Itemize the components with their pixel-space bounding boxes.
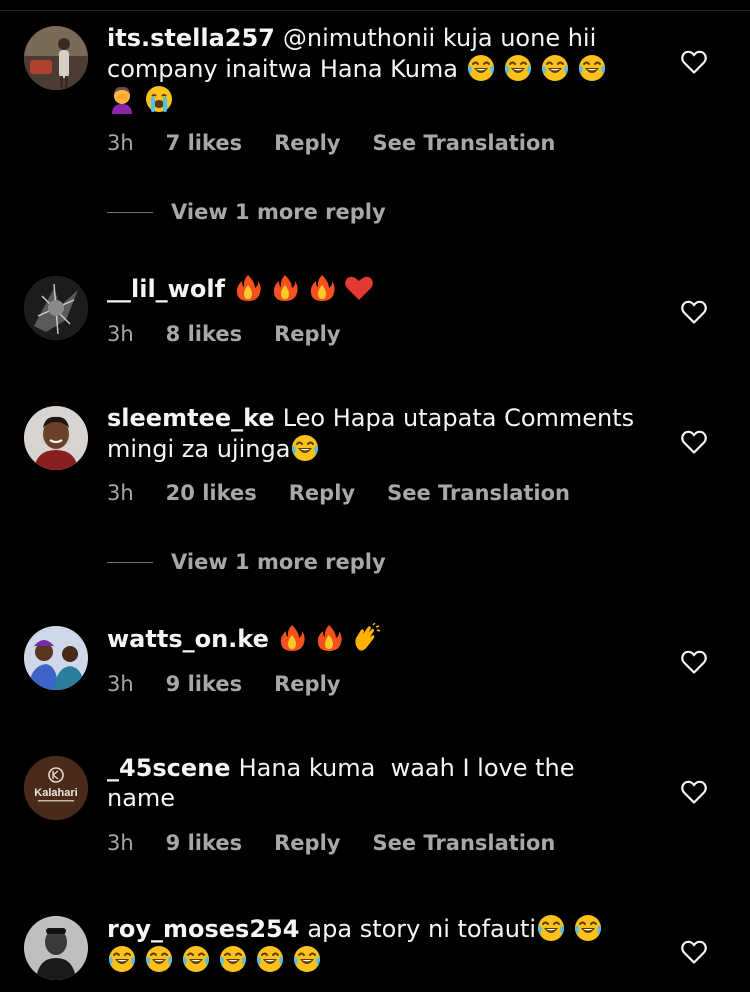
likes-count[interactable]: 9 likes [166,671,242,697]
laughing-tears-emoji [144,944,174,974]
laughing-tears-emoji [503,53,533,83]
laughing-tears-emoji [540,53,570,83]
replies-divider-line [107,211,153,213]
avatar[interactable] [24,276,88,340]
reply-button[interactable]: Reply [274,830,340,856]
username[interactable]: _45scene [107,754,231,782]
reply-button[interactable]: Reply [274,130,340,156]
comment-meta: 3h 9 likes Reply See Translation [107,830,587,856]
avatar[interactable] [24,626,88,690]
view-more-replies-label: View 1 more reply [171,200,386,224]
likes-count[interactable]: 7 likes [166,130,242,156]
like-heart-icon[interactable] [680,48,708,76]
comment-meta: 3h 7 likes Reply See Translation [107,130,587,156]
timestamp: 3h [107,481,134,505]
likes-count[interactable]: 8 likes [166,321,242,347]
see-translation-button[interactable]: See Translation [387,480,570,506]
avatar[interactable] [24,406,88,470]
comment-meta: 3h 20 likes Reply See Translation [107,480,602,506]
username[interactable]: watts_on.ke [107,625,269,653]
avatar[interactable] [24,916,88,980]
timestamp: 3h [107,831,134,855]
like-heart-icon[interactable] [680,778,708,806]
fire-emoji [270,273,300,303]
comment-body: apa story ni tofauti [307,915,537,943]
laughing-tears-emoji [181,944,211,974]
laughing-tears-emoji [577,53,607,83]
comment-text: __lil_wolf [107,273,647,304]
laughing-tears-emoji [573,913,603,943]
fire-emoji [314,623,344,653]
comment-meta: 3h 8 likes Reply [107,321,372,347]
username[interactable]: its.stella257 [107,24,275,52]
avatar[interactable] [24,26,88,90]
timestamp: 3h [107,131,134,155]
fire-emoji [233,273,263,303]
like-heart-icon[interactable] [680,648,708,676]
view-more-replies[interactable]: View 1 more reply [107,200,386,230]
comment-text: its.stella257 @nimuthonii kuja uone hii c… [107,23,647,115]
like-heart-icon[interactable] [680,938,708,966]
timestamp: 3h [107,672,134,696]
likes-count[interactable]: 20 likes [166,480,257,506]
replies-divider-line [107,561,153,563]
comment-text: _45scene Hana kuma waah I love the name [107,753,647,813]
laughing-tears-emoji [466,53,496,83]
see-translation-button[interactable]: See Translation [372,830,555,856]
like-heart-icon[interactable] [680,428,708,456]
username[interactable]: roy_moses254 [107,915,299,943]
fire-emoji [307,273,337,303]
laughing-tears-emoji [107,944,137,974]
likes-count[interactable]: 9 likes [166,830,242,856]
comment-text: sleemtee_ke Leo Hapa utapata Comments min… [107,403,647,464]
clapping-emoji [351,623,381,653]
laughing-tears-emoji [290,433,320,463]
see-translation-button[interactable]: See Translation [372,130,555,156]
crying-emoji [144,84,174,114]
laughing-tears-emoji [292,944,322,974]
comment-text: watts_on.ke [107,623,647,654]
reply-button[interactable]: Reply [274,671,340,697]
avatar[interactable]: Kalahari [24,756,88,820]
laughing-tears-emoji [218,944,248,974]
laughing-tears-emoji [255,944,285,974]
reply-button[interactable]: Reply [289,480,355,506]
like-heart-icon[interactable] [680,298,708,326]
view-more-replies-label: View 1 more reply [171,550,386,574]
username[interactable]: __lil_wolf [107,275,225,303]
fire-emoji [277,623,307,653]
comment-text: roy_moses254 apa story ni tofauti [107,913,647,975]
comment-meta: 3h 9 likes Reply [107,671,372,697]
facepalm-emoji [107,84,137,114]
username[interactable]: sleemtee_ke [107,404,275,432]
laughing-tears-emoji [536,913,566,943]
top-divider [0,10,750,11]
red-heart-emoji [344,273,374,303]
timestamp: 3h [107,322,134,346]
avatar-brand-text: Kalahari [34,787,77,799]
view-more-replies[interactable]: View 1 more reply [107,550,386,580]
reply-button[interactable]: Reply [274,321,340,347]
